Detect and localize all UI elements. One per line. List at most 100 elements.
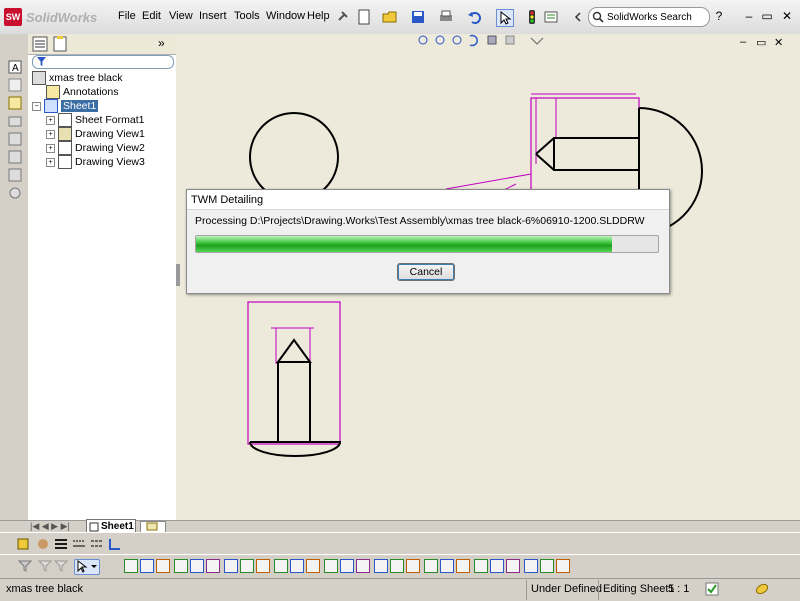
geometric-tolerance-icon[interactable] [240, 559, 254, 573]
new-document-icon[interactable] [356, 9, 372, 25]
format-painter-icon[interactable] [440, 559, 454, 573]
smart-dimension-icon[interactable] [124, 559, 138, 573]
annotations-icon [46, 85, 60, 99]
rebuild-check-icon[interactable] [705, 582, 719, 596]
tree-item-drawing-view3[interactable]: + Drawing View3 [46, 155, 145, 169]
area-hatch-icon[interactable] [324, 559, 338, 573]
undo-icon[interactable] [467, 9, 483, 25]
surface-finish-icon[interactable] [190, 559, 204, 573]
weld-symbol-icon[interactable] [206, 559, 220, 573]
menu-file[interactable]: File [118, 10, 136, 22]
magnetic-line-icon[interactable] [374, 559, 388, 573]
balloon-icon[interactable] [156, 559, 170, 573]
tree-item-sheet1[interactable]: − Sheet1 [32, 99, 99, 113]
expand-toggle[interactable]: + [46, 157, 55, 167]
progress-bar [195, 235, 659, 253]
property-manager-tab-icon[interactable] [52, 36, 68, 52]
note-tool-icon[interactable] [8, 78, 22, 92]
menu-edit[interactable]: Edit [142, 10, 161, 22]
select-pointer-icon[interactable] [496, 9, 514, 27]
sheet-tab-sheet1[interactable]: Sheet1 [86, 519, 136, 533]
restore-button[interactable]: ▭ [760, 9, 774, 23]
filter-funnel-icon [37, 57, 46, 66]
tree-item-label: Sheet Format1 [75, 113, 145, 126]
caterpillar-icon[interactable] [540, 559, 554, 573]
collapse-toggle[interactable]: − [32, 101, 41, 111]
dowel-pin-icon[interactable] [490, 559, 504, 573]
add-sheet-icon [146, 522, 158, 531]
annotation-tool-icon[interactable]: A [8, 60, 22, 74]
open-folder-icon[interactable] [382, 9, 398, 25]
stacked-balloon-icon[interactable] [474, 559, 488, 573]
tree-item-label: Annotations [63, 85, 119, 98]
options-icon[interactable] [543, 9, 559, 25]
hide-show-edges-icon[interactable] [90, 537, 104, 551]
datum-tag-icon[interactable] [524, 559, 538, 573]
menu-insert[interactable]: Insert [199, 10, 227, 22]
expand-toggle[interactable]: + [46, 143, 55, 153]
menu-view[interactable]: View [169, 10, 193, 22]
chevron-left-icon[interactable] [570, 9, 586, 25]
file-explorer-icon[interactable] [8, 114, 22, 128]
solidworks-logo: SW SolidWorks [4, 7, 97, 27]
tree-filter-input[interactable] [32, 55, 174, 69]
centerline-icon[interactable] [306, 559, 320, 573]
menu-help[interactable]: Help [307, 10, 330, 22]
line-thickness-icon[interactable] [54, 537, 68, 551]
search-box[interactable]: SolidWorks Search [588, 7, 710, 27]
spell-check-icon[interactable] [424, 559, 438, 573]
menu-tools[interactable]: Tools [234, 10, 260, 22]
hole-callout-icon[interactable] [224, 559, 238, 573]
tree-item-drawing-view2[interactable]: + Drawing View2 [46, 141, 145, 155]
end-treatment-icon[interactable] [556, 559, 570, 573]
tree-item-annotations[interactable]: Annotations [46, 85, 118, 99]
sheet-icon [44, 99, 58, 113]
revision-cloud-icon[interactable] [356, 559, 370, 573]
layer-toolbar [0, 532, 800, 555]
appearances-icon[interactable] [8, 150, 22, 164]
cosmetic-thread-icon[interactable] [456, 559, 470, 573]
color-icon[interactable] [36, 537, 50, 551]
rebuild-traffic-light-icon[interactable] [524, 9, 540, 25]
custom-properties-icon[interactable] [8, 168, 22, 182]
datum-target-icon[interactable] [274, 559, 288, 573]
block-icon[interactable] [340, 559, 354, 573]
menu-window[interactable]: Window [266, 10, 305, 22]
tree-item-label: Drawing View3 [75, 155, 145, 168]
print-icon[interactable] [438, 9, 454, 25]
left-tab-strip: A [0, 34, 29, 520]
expand-toggle[interactable]: + [46, 115, 55, 125]
close-button[interactable]: ✕ [780, 9, 794, 23]
tree-item-drawing-view1[interactable]: + Drawing View1 [46, 127, 145, 141]
status-document-name: xmas tree black [6, 583, 84, 595]
expand-toggle[interactable]: + [46, 129, 55, 139]
resources-icon[interactable] [8, 186, 22, 200]
design-library-icon[interactable] [8, 96, 22, 110]
view-palette-icon[interactable] [8, 132, 22, 146]
center-mark-icon[interactable] [290, 559, 304, 573]
line-format-icon[interactable] [108, 537, 122, 551]
auto-balloon-icon[interactable] [174, 559, 188, 573]
table-icon[interactable] [390, 559, 404, 573]
collapse-panel-icon[interactable]: » [158, 36, 165, 50]
pin-icon[interactable] [334, 9, 350, 25]
panel-splitter-handle[interactable] [176, 264, 180, 286]
status-divider [598, 580, 599, 600]
quick-tips-icon[interactable] [755, 582, 769, 596]
tree-item-sheet-format1[interactable]: + Sheet Format1 [46, 113, 144, 127]
model-items-icon[interactable] [406, 559, 420, 573]
side-view [247, 301, 342, 457]
datum-feature-icon[interactable] [256, 559, 270, 573]
minimize-button[interactable]: – [742, 9, 756, 23]
line-style-icon[interactable] [72, 537, 86, 551]
multi-jog-leader-icon[interactable] [506, 559, 520, 573]
tree-root[interactable]: xmas tree black [32, 71, 123, 85]
app-badge: SW [4, 8, 22, 26]
feature-tree-tab-icon[interactable] [32, 36, 48, 52]
layer-properties-icon[interactable] [16, 537, 30, 551]
save-icon[interactable] [410, 9, 426, 25]
cancel-button[interactable]: Cancel [397, 263, 455, 281]
note-icon[interactable] [140, 559, 154, 573]
help-button[interactable]: ? [712, 9, 726, 23]
sheet-navigation-arrows[interactable]: |◀ ◀ ▶ ▶| [30, 521, 70, 532]
